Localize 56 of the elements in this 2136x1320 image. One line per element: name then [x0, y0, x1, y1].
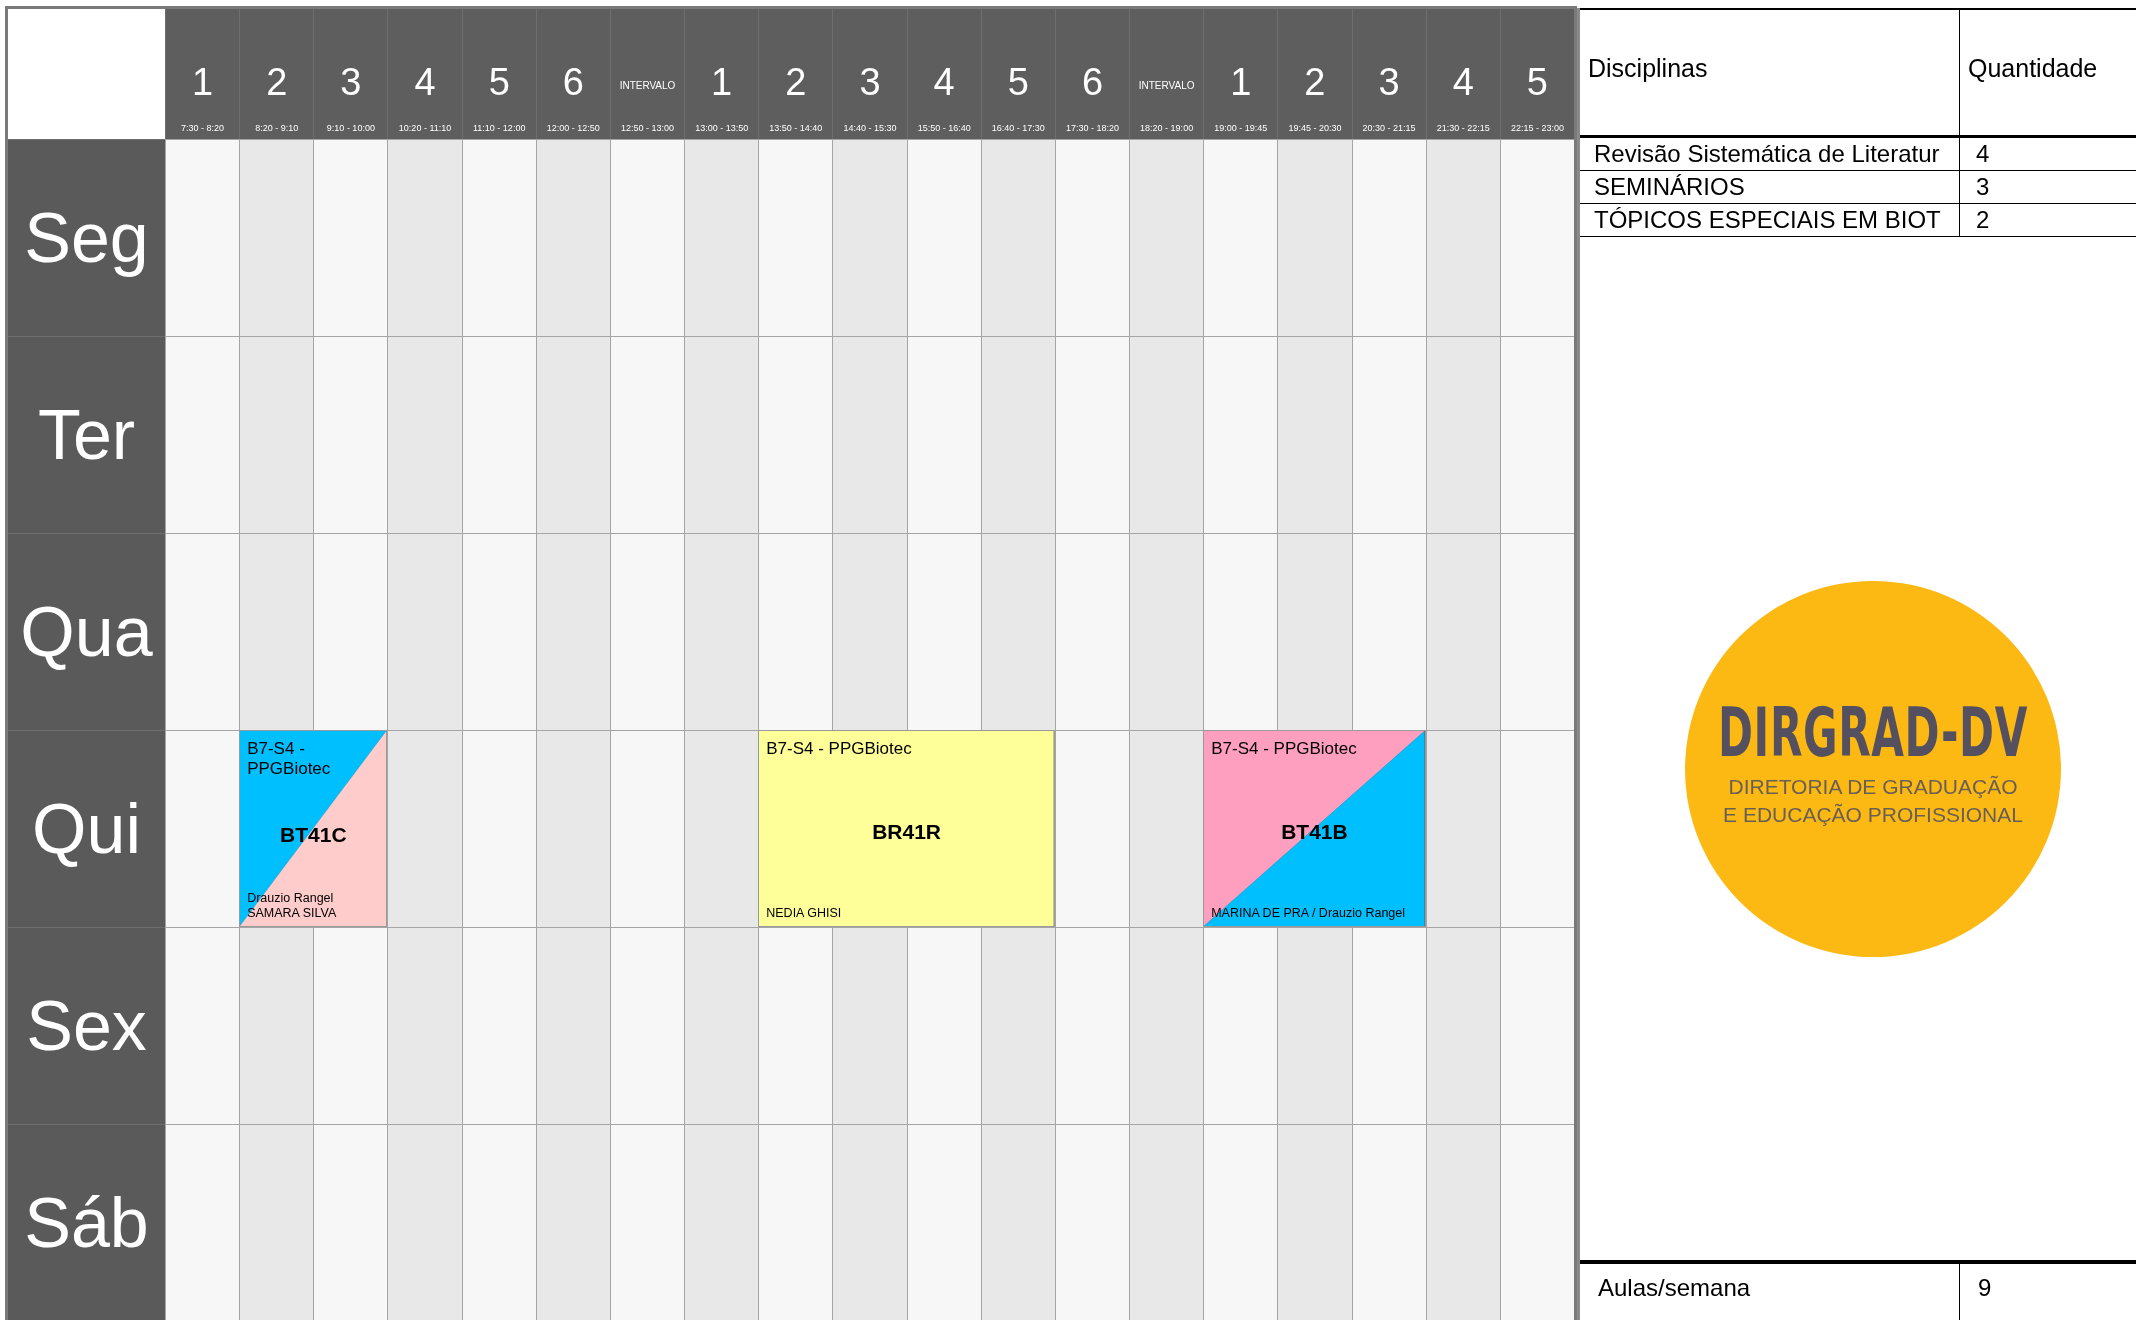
period-time: 13:50 - 14:40: [769, 123, 823, 133]
room-label: B7-S4 - PPGBiotec: [766, 739, 913, 759]
teacher-names: NEDIA GHISI: [766, 905, 843, 920]
period-number: 5: [488, 63, 510, 101]
table-cell-text: 2: [1975, 205, 1991, 235]
period-time: 7:30 - 8:20: [181, 123, 225, 133]
period-time: 12:50 - 13:00: [621, 123, 675, 133]
column-header: Quantidade: [1967, 53, 2099, 84]
period-time: 11:10 - 12:00: [473, 123, 526, 133]
period-time: 19:00 - 19:45: [1214, 123, 1268, 133]
period-number: 6: [562, 63, 584, 101]
table-cell: TÓPICOS ESPECIAIS EM BIOT: [1580, 204, 1960, 236]
period-time: 15:50 - 16:40: [917, 123, 971, 133]
period-number: 4: [414, 63, 436, 101]
period-time: 17:30 - 18:20: [1065, 123, 1119, 133]
break-label: INTERVALO: [1138, 80, 1195, 91]
period-time: 13:00 - 13:50: [695, 123, 749, 133]
period-number: 5: [1007, 63, 1029, 101]
period-time: 10:20 - 11:10: [398, 123, 452, 133]
period-time: 19:45 - 20:30: [1288, 123, 1342, 133]
period-time: 22:15 - 23:00: [1510, 123, 1564, 133]
period-number: 2: [1304, 63, 1326, 101]
table-cell: Aulas/semana: [1580, 1264, 1960, 1320]
column-header: Disciplinas: [1580, 10, 1960, 135]
table-cell-text: 3: [1975, 172, 1991, 202]
period-number: 3: [859, 63, 881, 101]
period-number: 3: [1378, 63, 1400, 101]
period-time: 8:20 - 9:10: [255, 123, 299, 133]
period-number: 1: [711, 63, 733, 101]
period-time: 9:10 - 10:00: [326, 123, 375, 133]
room-label: B7-S4 - PPGBiotec: [247, 739, 332, 779]
class-block[interactable]: B7-S4 - PPGBiotec BR41R NEDIA GHISI: [758, 730, 1055, 927]
period-number: 1: [192, 63, 214, 101]
period-number: 6: [1081, 63, 1104, 101]
period-time: 18:20 - 19:00: [1140, 123, 1194, 133]
period-time: 14:40 - 15:30: [843, 123, 897, 133]
period-number: 4: [933, 63, 955, 101]
period-time: 20:30 - 21:15: [1362, 123, 1416, 133]
period-time: 12:00 - 12:50: [546, 123, 600, 133]
logo-subtitle: DIRETORIA DE GRADUAÇÃO E EDUCAÇÃO PROFISSIONAL: [1723, 774, 2023, 828]
period-number: 3: [340, 63, 362, 101]
period-number: 1: [1230, 63, 1252, 101]
period-number: 4: [1452, 63, 1474, 101]
period-number: 2: [785, 63, 807, 101]
table-cell: SEMINÁRIOS: [1580, 171, 1960, 203]
table-cell-text: 4: [1975, 139, 1991, 169]
table-cell: Revisão Sistemática de Literatur: [1580, 138, 1960, 170]
table-cell-text: 9: [1977, 1273, 1993, 1303]
period-time: 21:30 - 22:15: [1436, 123, 1490, 133]
room-label: B7-S4 - PPGBiotec: [1211, 739, 1358, 759]
break-label: INTERVALO: [619, 80, 676, 91]
period-number: 2: [266, 63, 288, 101]
course-code: BR41R: [871, 819, 942, 846]
period-time: 16:40 - 17:30: [991, 123, 1045, 133]
logo-title: DIRGRAD-DV: [1718, 699, 2028, 768]
period-number: 5: [1526, 63, 1548, 101]
